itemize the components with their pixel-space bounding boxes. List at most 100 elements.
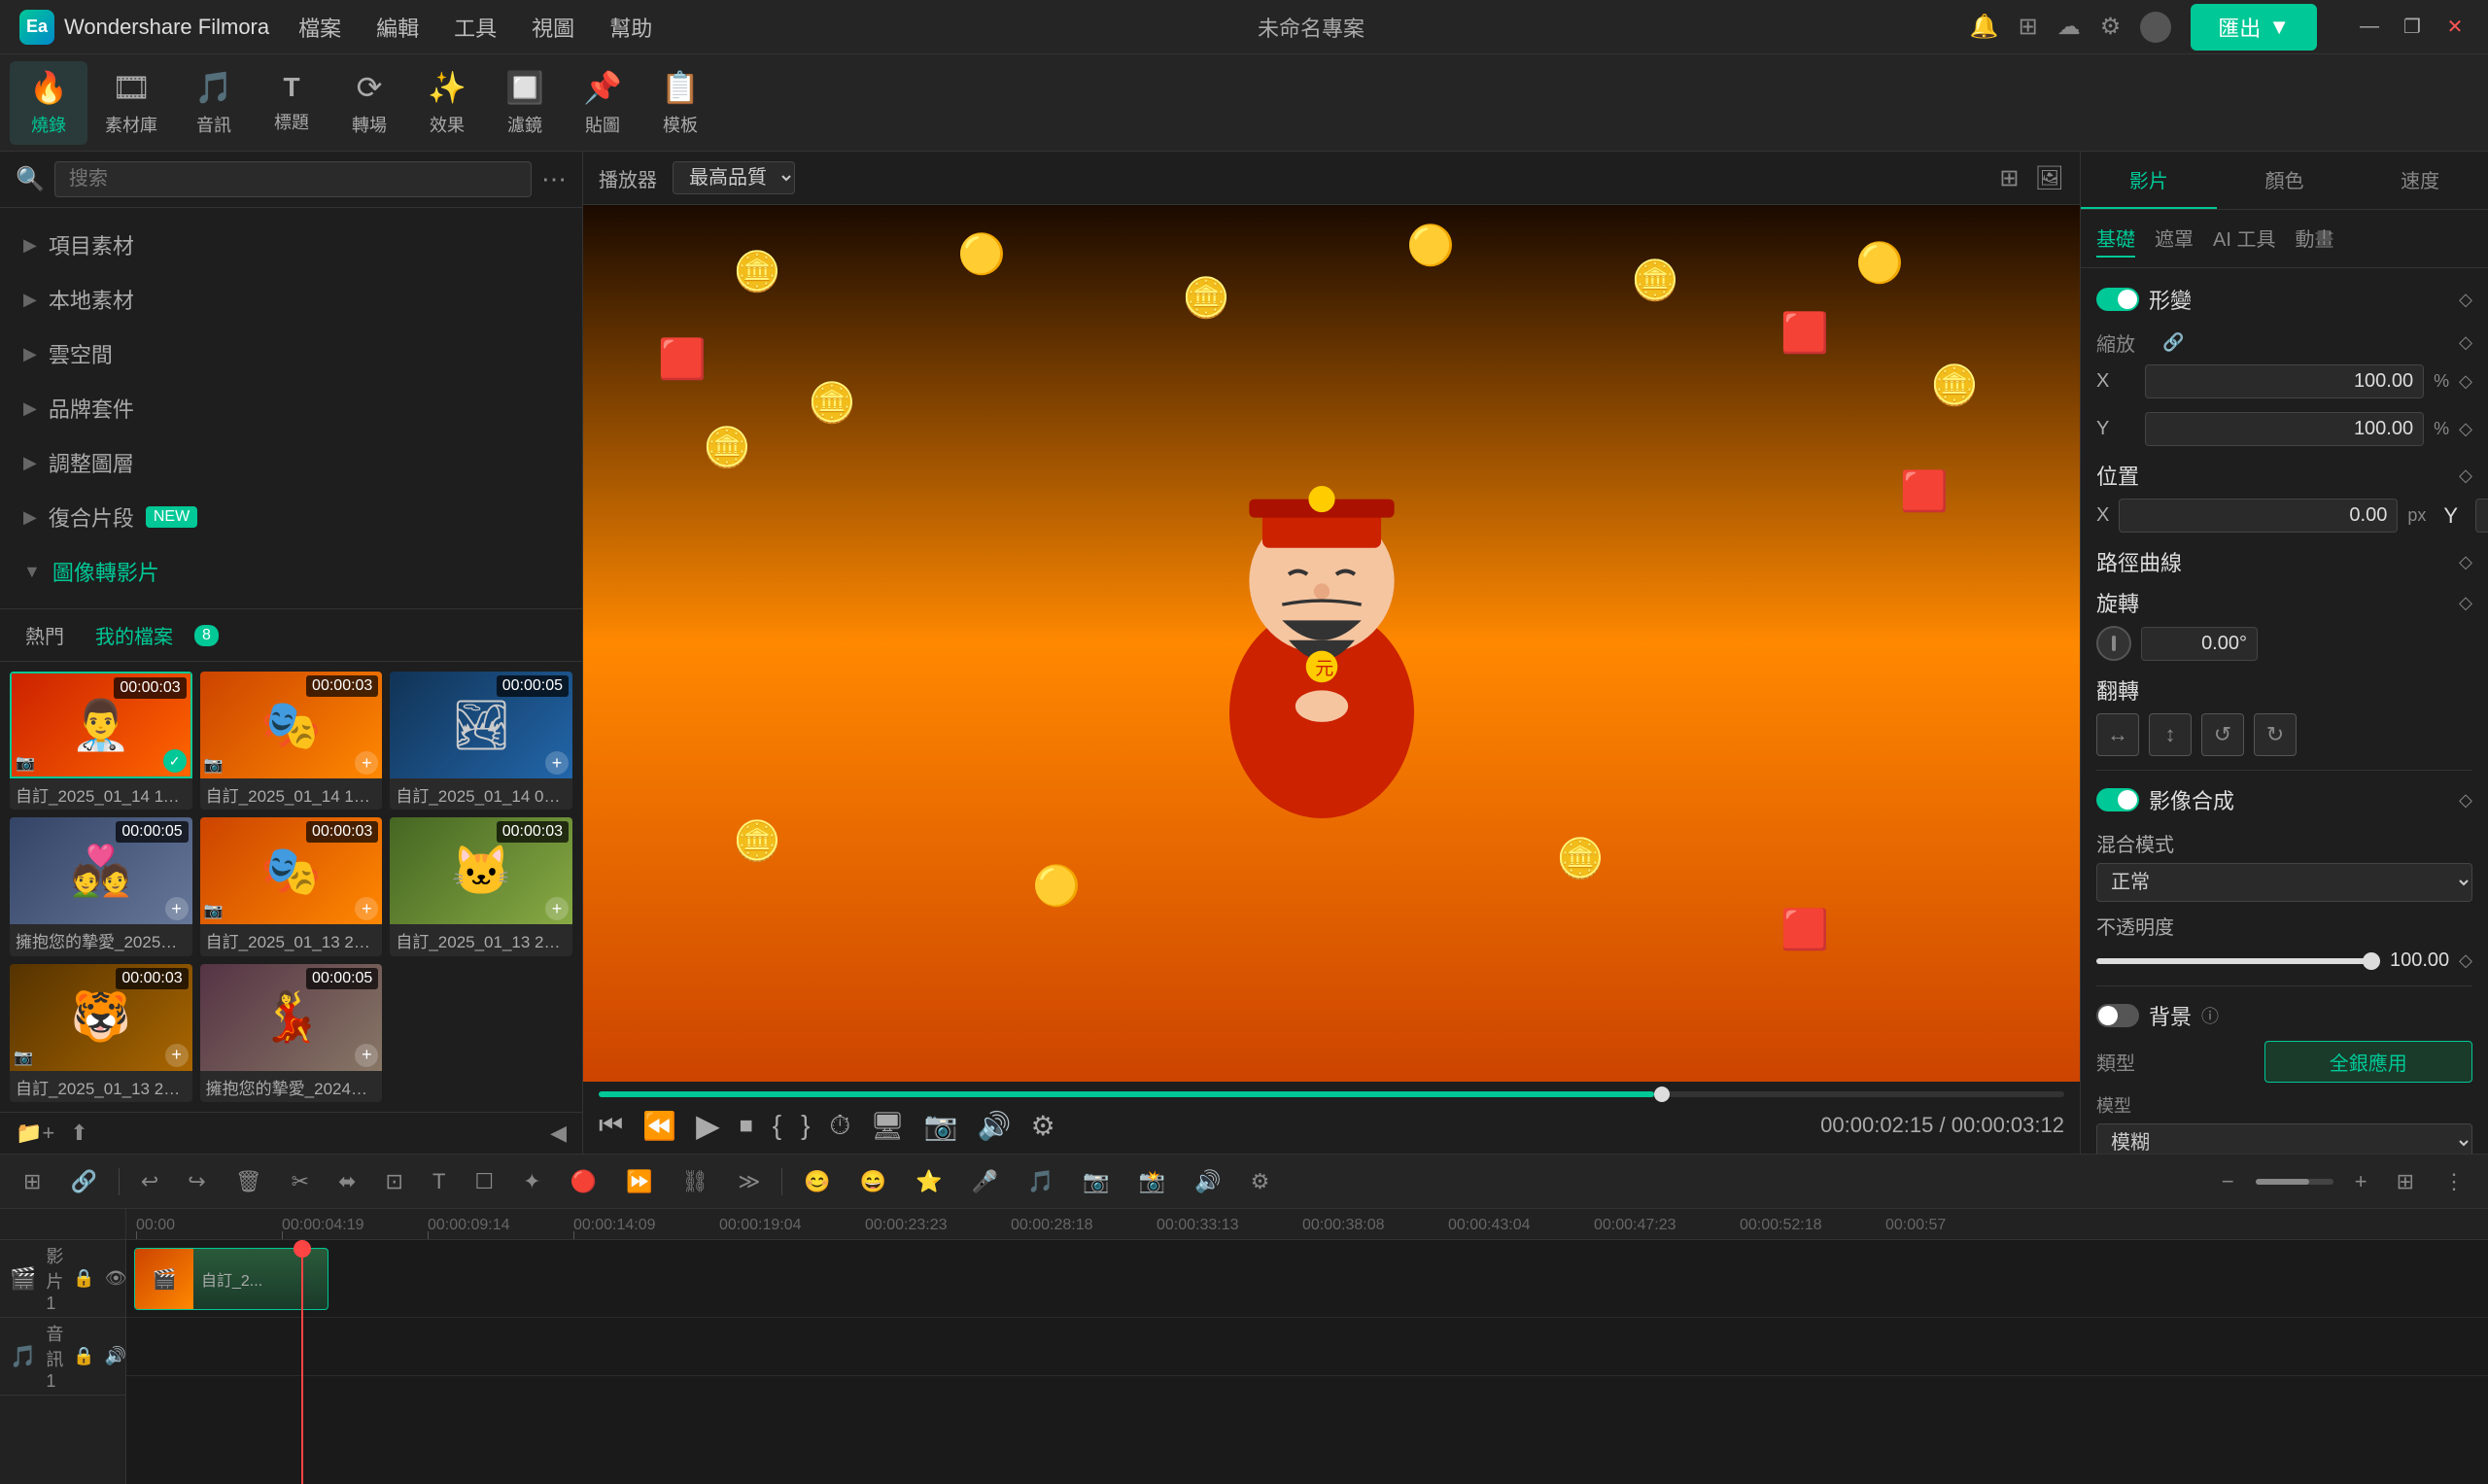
- effects2-btn[interactable]: ✦: [515, 1165, 548, 1198]
- add-btn[interactable]: +: [355, 751, 378, 775]
- tab-local-media[interactable]: ▶ 本地素材: [0, 272, 582, 327]
- box-btn[interactable]: ☐: [466, 1165, 501, 1198]
- myfiles-tab[interactable]: 我的檔案: [86, 617, 183, 653]
- tab-adjustment[interactable]: ▶ 調整圖層: [0, 435, 582, 490]
- toolbar-effects[interactable]: ✨ 效果: [408, 61, 486, 145]
- notify-icon[interactable]: 🔔: [1970, 13, 1999, 41]
- redo-btn[interactable]: ↪: [180, 1165, 213, 1198]
- media-item[interactable]: 🎭 00:00:03 📷 + 自訂_2025_01_13 22-...: [200, 817, 383, 955]
- toolbar-transition[interactable]: ⟳ 轉場: [330, 61, 408, 145]
- lock2-icon[interactable]: 🔒: [73, 1346, 94, 1366]
- menu-file[interactable]: 檔案: [298, 12, 341, 43]
- tab-project-media[interactable]: ▶ 項目素材: [0, 218, 582, 272]
- rotation-dial[interactable]: [2096, 626, 2131, 661]
- model-select[interactable]: 模糊: [2096, 1123, 2472, 1154]
- rotation-input[interactable]: [2141, 627, 2258, 661]
- screen-icon[interactable]: ⊞: [2019, 13, 2038, 41]
- import-btn[interactable]: ⬆: [70, 1121, 87, 1146]
- path-keyframe[interactable]: ◇: [2459, 552, 2472, 572]
- screen-btn[interactable]: 🖥: [870, 1110, 905, 1142]
- settings3-btn[interactable]: ⚙: [1243, 1165, 1278, 1198]
- chroma-toggle[interactable]: [2096, 1004, 2139, 1027]
- rotate-cw-btn[interactable]: ↻: [2254, 713, 2297, 756]
- eye-icon[interactable]: 👁: [105, 1268, 127, 1289]
- zoom-out-btn[interactable]: −: [2214, 1165, 2242, 1198]
- user-avatar[interactable]: [2140, 12, 2171, 43]
- tab-image-video[interactable]: ▼ 圖像轉影片: [0, 544, 582, 599]
- tab-compound[interactable]: ▶ 復合片段 NEW: [0, 490, 582, 544]
- toolbar-audio[interactable]: 🎵 音訊: [175, 61, 253, 145]
- speed2-btn[interactable]: ⏩: [618, 1165, 660, 1198]
- crop-btn[interactable]: ⊡: [378, 1165, 411, 1198]
- camera2-btn[interactable]: 📷: [1075, 1165, 1117, 1198]
- toolbar-filter[interactable]: 🔲 濾鏡: [486, 61, 564, 145]
- more-btn[interactable]: ≫: [730, 1165, 768, 1198]
- media-item[interactable]: 🎭 00:00:03 📷 + 自訂_2025_01_14 10-...: [200, 672, 383, 810]
- opacity-thumb[interactable]: [2363, 952, 2380, 970]
- vol-mute-icon[interactable]: 🔊: [105, 1346, 126, 1366]
- flip-vertical-btn[interactable]: ↕: [2149, 713, 2192, 756]
- snapshot2-btn[interactable]: 📸: [1131, 1165, 1173, 1198]
- snapshot-icon[interactable]: 🖼: [2035, 164, 2064, 192]
- pos-y-input[interactable]: [2475, 499, 2488, 533]
- subtab-basic[interactable]: 基礎: [2096, 220, 2135, 258]
- undo-btn[interactable]: ↩: [133, 1165, 166, 1198]
- menu-tools[interactable]: 工具: [454, 12, 497, 43]
- media-item[interactable]: 💃 00:00:05 + 擁抱您的摯愛_2024_1...: [200, 964, 383, 1102]
- add-btn[interactable]: +: [355, 1044, 378, 1067]
- full-apply-btn[interactable]: 全銀應用: [2264, 1041, 2473, 1083]
- rotate-ccw-btn[interactable]: ↺: [2201, 713, 2244, 756]
- rot-keyframe[interactable]: ◇: [2459, 593, 2472, 613]
- scale-x-input[interactable]: [2145, 364, 2424, 398]
- vol-btn[interactable]: 🔊: [1187, 1165, 1228, 1198]
- media-item[interactable]: 🐯 00:00:03 📷 + 自訂_2025_01_13 22-...: [10, 964, 192, 1102]
- subtab-animation[interactable]: 動畫: [2295, 220, 2333, 258]
- lock-icon[interactable]: 🔒: [73, 1268, 94, 1289]
- toolbar-sticker[interactable]: 📌 貼圖: [564, 61, 641, 145]
- more-options-btn[interactable]: ⋯: [541, 164, 567, 194]
- restore-btn[interactable]: ❐: [2399, 14, 2426, 41]
- face-btn[interactable]: 😊: [796, 1165, 838, 1198]
- close-btn[interactable]: ✕: [2441, 14, 2469, 41]
- add-folder-btn[interactable]: 📁+: [16, 1121, 54, 1146]
- transform-keyframe-icon[interactable]: ◇: [2459, 290, 2472, 310]
- speed-btn[interactable]: ⏱: [829, 1110, 850, 1142]
- add-btn[interactable]: +: [165, 1044, 189, 1067]
- more2-btn[interactable]: ⋮: [2436, 1165, 2472, 1198]
- quality-select[interactable]: 最高品質: [673, 161, 795, 194]
- media-item[interactable]: 🏞 00:00:05 + 自訂_2025_01_14 09-...: [390, 672, 572, 810]
- media-item[interactable]: 💑 00:00:05 + 擁抱您的摯愛_2025_0...: [10, 817, 192, 955]
- add-btn[interactable]: +: [545, 897, 569, 920]
- add-btn[interactable]: +: [545, 751, 569, 775]
- toolbar-burn[interactable]: 🔥 燒錄: [10, 61, 87, 145]
- composite-keyframe[interactable]: ◇: [2459, 790, 2472, 811]
- settings2-btn[interactable]: ⚙: [1031, 1110, 1055, 1142]
- media-item[interactable]: 🐱 00:00:03 + 自訂_2025_01_13 22-...: [390, 817, 572, 955]
- playhead[interactable]: [301, 1240, 303, 1484]
- bracket-left[interactable]: {: [773, 1110, 781, 1141]
- tab-brand[interactable]: ▶ 品牌套件: [0, 381, 582, 435]
- cloud-icon[interactable]: ☁: [2057, 13, 2081, 41]
- progress-bar[interactable]: [599, 1091, 2064, 1097]
- delete-btn[interactable]: 🗑: [227, 1165, 270, 1198]
- minimize-btn[interactable]: —: [2356, 14, 2383, 41]
- stop-btn[interactable]: ⏹: [740, 1110, 753, 1142]
- menu-edit[interactable]: 編輯: [376, 12, 419, 43]
- add-btn[interactable]: +: [165, 897, 189, 920]
- tab-speed[interactable]: 速度: [2352, 152, 2488, 209]
- menu-help[interactable]: 幫助: [609, 12, 652, 43]
- collapse-panel-btn[interactable]: ◀: [550, 1121, 567, 1146]
- progress-thumb[interactable]: [1654, 1087, 1670, 1102]
- export-button[interactable]: 匯出 ▼: [2191, 4, 2317, 51]
- cut-btn[interactable]: ✂: [284, 1165, 317, 1198]
- hot-tab[interactable]: 熱門: [16, 617, 74, 653]
- mic-btn[interactable]: 🎤: [964, 1165, 1006, 1198]
- tab-video[interactable]: 影片: [2081, 152, 2217, 209]
- grid-icon[interactable]: ⊞: [1999, 164, 2019, 192]
- audio-btn[interactable]: 🔊: [978, 1110, 1012, 1142]
- subtab-ai[interactable]: AI 工具: [2213, 220, 2275, 258]
- link-btn[interactable]: 🔗: [62, 1165, 104, 1198]
- media-item[interactable]: 👨‍⚕️ 00:00:03 📷 ✓ 自訂_2025_01_14 11-...: [10, 672, 192, 810]
- marker-btn[interactable]: 🔴: [563, 1165, 605, 1198]
- skip-back-btn[interactable]: ⏮: [599, 1110, 623, 1142]
